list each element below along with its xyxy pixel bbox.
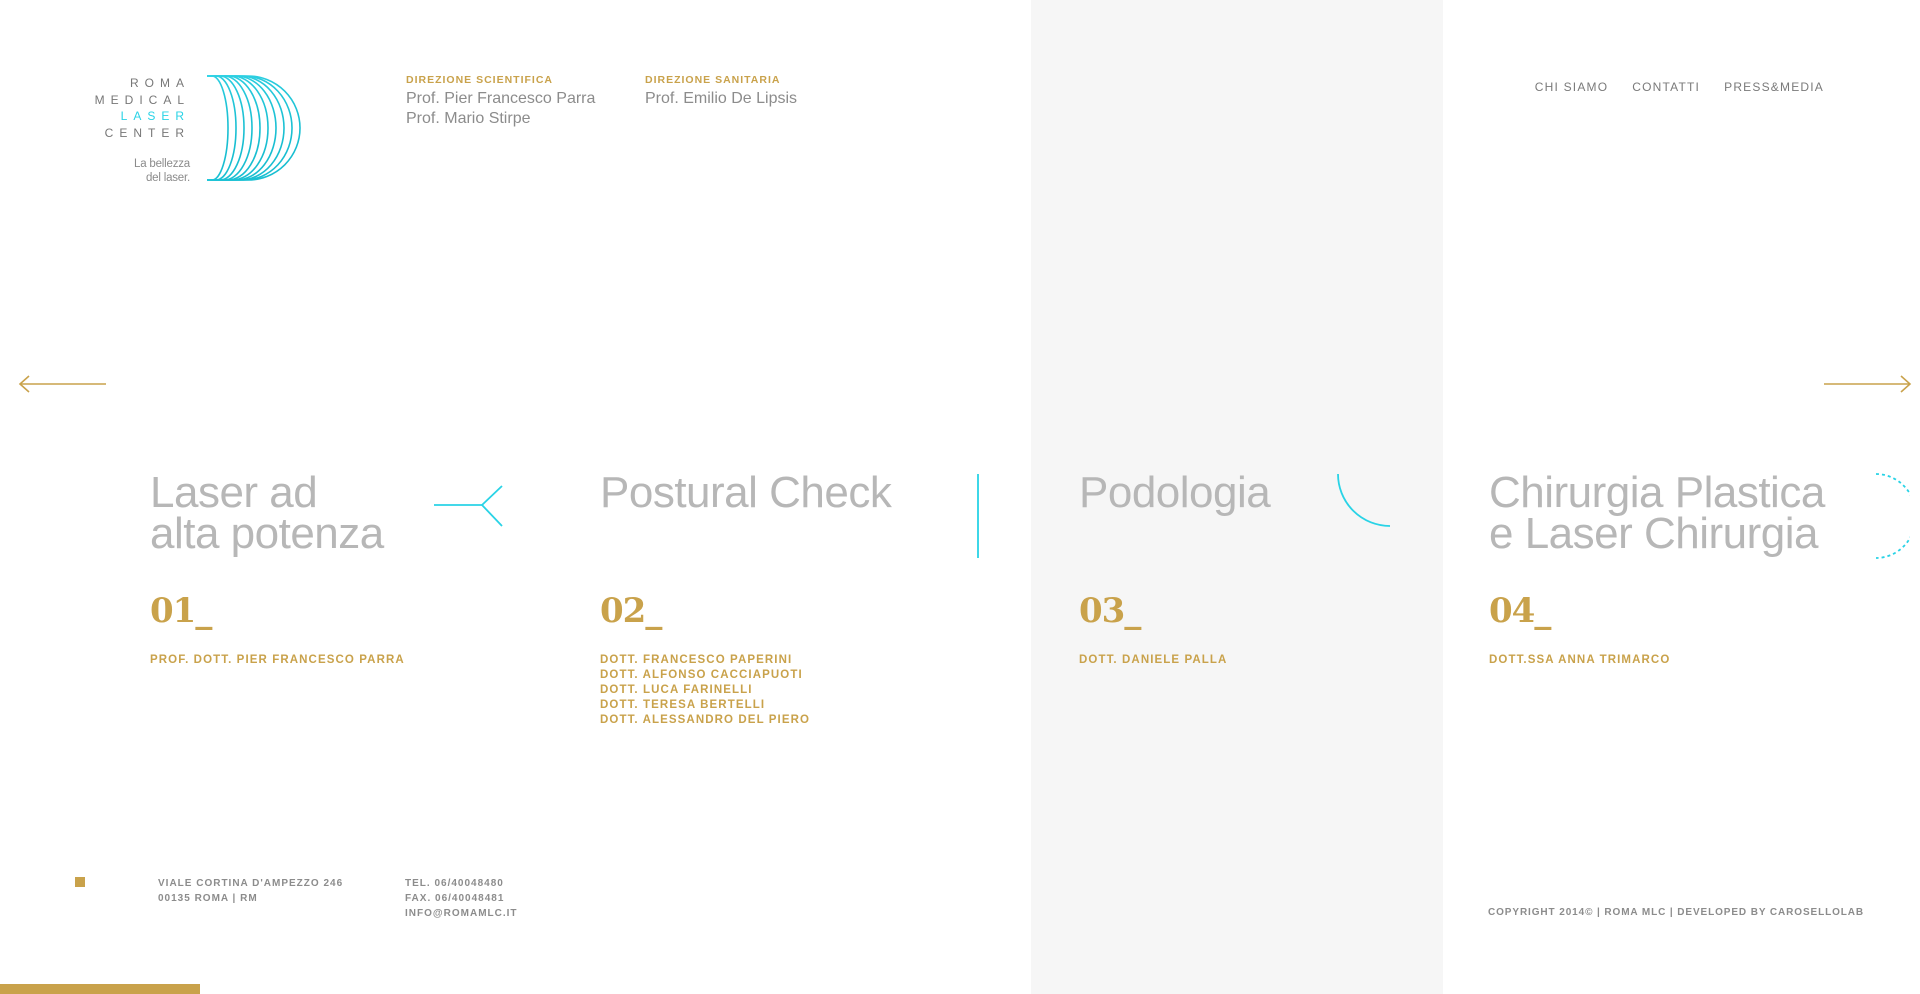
slide-title: Postural Check xyxy=(600,468,892,517)
footer-address-line: VIALE CORTINA D'AMPEZZO 246 xyxy=(158,878,344,889)
logo-d-mark-icon xyxy=(206,75,301,181)
footer-square-marker xyxy=(75,877,85,887)
slide-title: Laser ad alta potenza xyxy=(150,468,405,558)
footer-address-line: 00135 ROMA | RM xyxy=(158,893,258,904)
dashed-arc-icon xyxy=(1875,473,1910,559)
slide-item[interactable]: Chirurgia Plastica e Laser Chirurgia 04_… xyxy=(1489,468,1825,668)
logo-word-medical: MEDICAL xyxy=(94,92,190,107)
next-arrow-icon[interactable] xyxy=(1822,370,1912,398)
staff-label: DIREZIONE SANITARIA xyxy=(645,74,781,86)
logo-word-laser: LASER xyxy=(120,109,190,123)
slide-title-line: Podologia xyxy=(1079,468,1271,517)
slide-title-line: Laser ad xyxy=(150,468,318,517)
staff-name: Prof. Emilio De Lipsis xyxy=(645,90,798,107)
footer-email[interactable]: INFO@ROMAMLC.IT xyxy=(405,906,518,921)
footer-contacts: TEL. 06/40048480 FAX. 06/40048481 INFO@R… xyxy=(405,876,518,921)
slide-item[interactable]: Laser ad alta potenza 01_ PROF. DOTT. PI… xyxy=(150,468,405,668)
branch-line-icon xyxy=(434,485,503,527)
staff-label: DIREZIONE SCIENTIFICA xyxy=(406,74,554,86)
vertical-line-icon xyxy=(977,474,979,558)
slide-number: 02_ xyxy=(600,591,662,631)
slide-title: Podologia xyxy=(1079,468,1271,517)
slider-progress-bar xyxy=(0,984,200,994)
slide-doctor-list: DOTT. DANIELE PALLA xyxy=(1079,653,1270,668)
footer-fax: FAX. 06/40048481 xyxy=(405,893,505,904)
main-nav: CHI SIAMO CONTATTI PRESS&MEDIA xyxy=(1535,80,1824,94)
staff-name: Prof. Mario Stirpe xyxy=(406,110,531,127)
logo-word-roma: ROMA xyxy=(130,76,190,90)
footer-tel[interactable]: TEL. 06/40048480 xyxy=(405,876,518,891)
slide-title-line: alta potenza xyxy=(150,509,384,558)
doctor-name: PROF. DOTT. PIER FRANCESCO PARRA xyxy=(150,654,405,666)
doctor-name: DOTT.SSA ANNA TRIMARCO xyxy=(1489,654,1671,666)
slide-number: 01_ xyxy=(150,591,212,631)
logo-word-center: CENTER xyxy=(104,125,190,140)
slide-title: Chirurgia Plastica e Laser Chirurgia xyxy=(1489,468,1825,558)
logo-tagline: La bellezza del laser. xyxy=(110,157,190,185)
quarter-arc-icon xyxy=(1337,473,1391,527)
nav-contatti[interactable]: CONTATTI xyxy=(1632,80,1700,94)
footer-address: VIALE CORTINA D'AMPEZZO 246 00135 ROMA |… xyxy=(158,876,343,906)
slide-doctor-list: DOTT. FRANCESCO PAPERINI DOTT. ALFONSO C… xyxy=(600,653,891,728)
prev-arrow-icon[interactable] xyxy=(18,370,108,398)
doctor-name: DOTT. ALFONSO CACCIAPUOTI xyxy=(600,669,803,681)
staff-name: Prof. Pier Francesco Parra xyxy=(406,90,596,107)
slide-title-line: e Laser Chirurgia xyxy=(1489,509,1818,558)
footer-copyright: COPYRIGHT 2014© | ROMA MLC | DEVELOPED B… xyxy=(1488,907,1865,918)
slide-item[interactable]: Podologia 03_ DOTT. DANIELE PALLA xyxy=(1079,468,1271,668)
logo-wordmark: ROMA MEDICAL LASER CENTER xyxy=(70,75,190,141)
nav-press-media[interactable]: PRESS&MEDIA xyxy=(1724,80,1824,94)
doctor-name: DOTT. LUCA FARINELLI xyxy=(600,684,753,696)
doctor-name: DOTT. FRANCESCO PAPERINI xyxy=(600,654,793,666)
slide-doctor-list: DOTT.SSA ANNA TRIMARCO xyxy=(1489,653,1825,668)
logo-tagline-line-1: La bellezza xyxy=(134,158,190,170)
slide-number: 03_ xyxy=(1079,591,1141,631)
slide-item[interactable]: Postural Check 02_ DOTT. FRANCESCO PAPER… xyxy=(600,468,892,728)
doctor-name: DOTT. TERESA BERTELLI xyxy=(600,699,766,711)
slide-title-line: Chirurgia Plastica xyxy=(1489,468,1825,517)
doctor-name: DOTT. ALESSANDRO DEL PIERO xyxy=(600,714,811,726)
slide-title-line: Postural Check xyxy=(600,468,892,517)
nav-chi-siamo[interactable]: CHI SIAMO xyxy=(1535,80,1608,94)
slide-doctor-list: PROF. DOTT. PIER FRANCESCO PARRA xyxy=(150,653,405,668)
logo-tagline-line-2: del laser. xyxy=(145,172,190,184)
staff-health-direction: DIREZIONE SANITARIA Prof. Emilio De Lips… xyxy=(645,74,797,109)
staff-scientific-direction: DIREZIONE SCIENTIFICA Prof. Pier Frances… xyxy=(406,74,595,129)
doctor-name: DOTT. DANIELE PALLA xyxy=(1079,654,1228,666)
slide-number: 04_ xyxy=(1489,591,1551,631)
